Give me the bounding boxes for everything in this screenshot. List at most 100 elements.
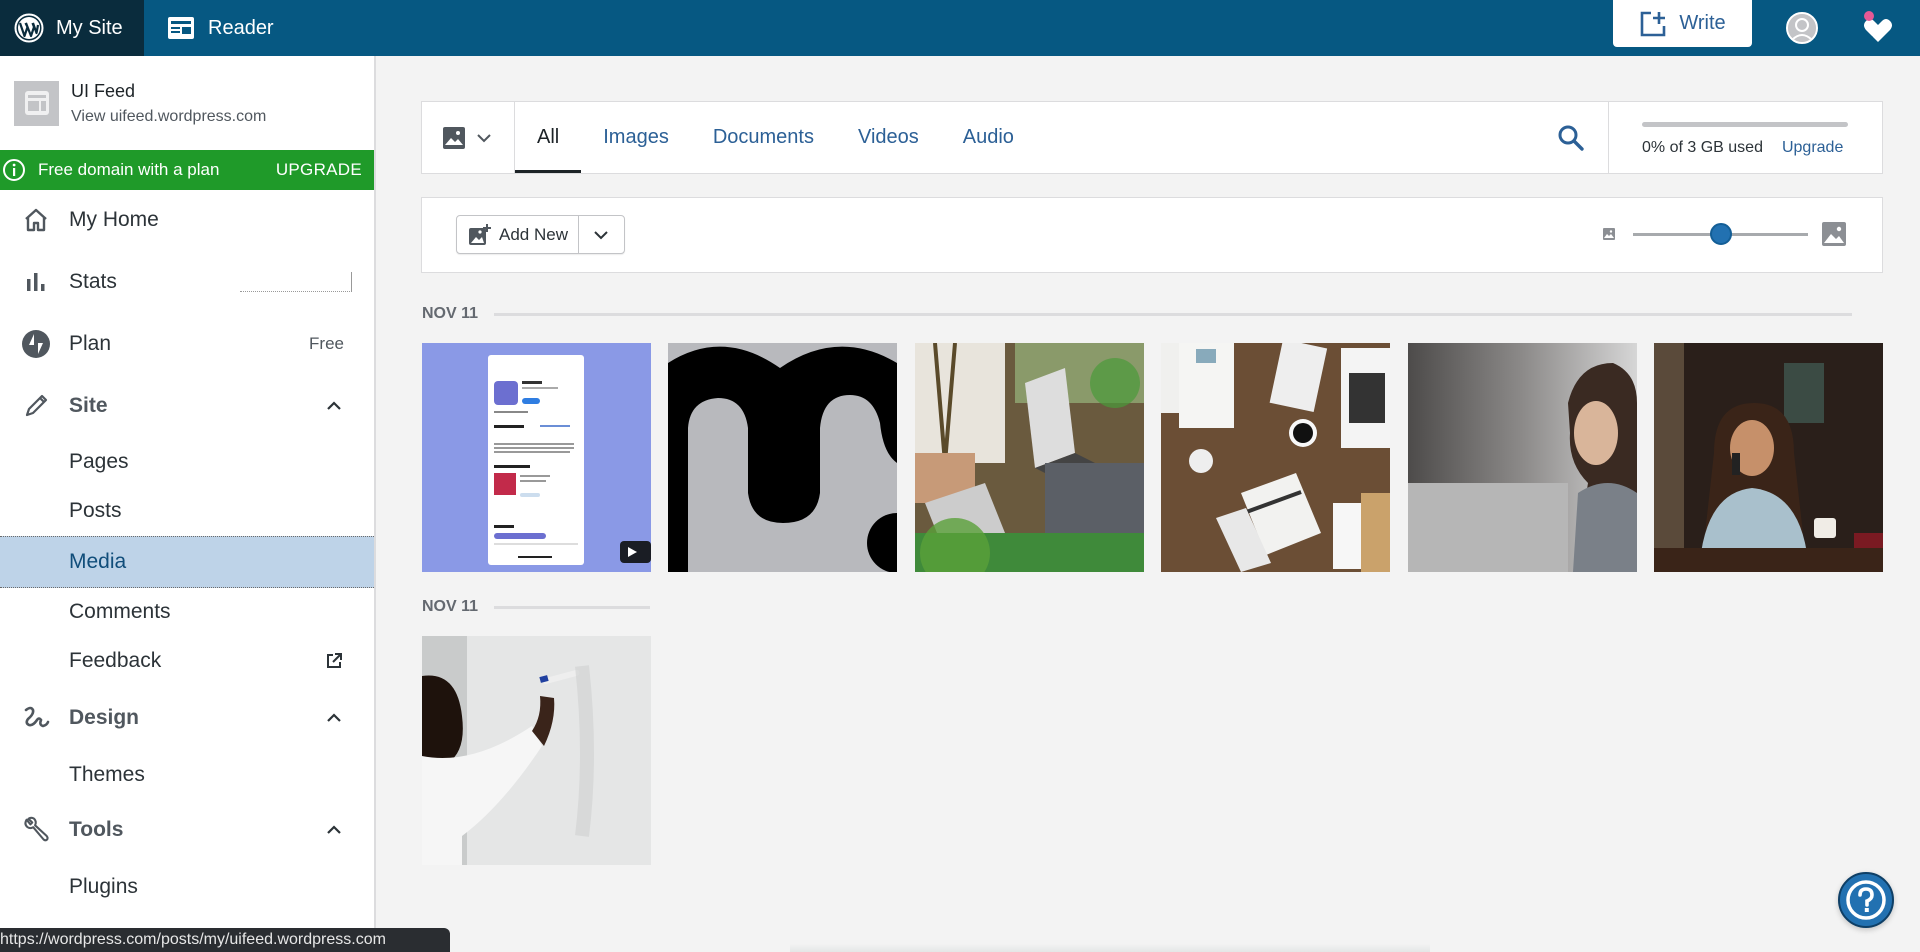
help-button[interactable] (1838, 872, 1894, 928)
promo-text: Free domain with a plan (38, 160, 220, 179)
sidebar-item-comments[interactable]: Comments (0, 588, 374, 636)
my-site-button[interactable]: My Site (0, 0, 144, 56)
sidebar-item-design[interactable]: Design (0, 688, 374, 748)
media-filter-bar: All Images Documents Videos Audio 0% of … (421, 101, 1883, 174)
chevron-down-icon (477, 133, 491, 142)
large-image-icon (1822, 222, 1846, 246)
site-card[interactable]: UI Feed View uifeed.wordpress.com (0, 56, 374, 150)
add-new-label: Add New (499, 224, 568, 244)
link-hover-status-bar: https://wordpress.com/posts/my/uifeed.wo… (0, 928, 450, 952)
tab-all[interactable]: All (515, 102, 582, 173)
media-date-group-header: NOV 11 (422, 305, 1853, 323)
media-item-video[interactable] (422, 343, 651, 572)
home-icon (21, 205, 51, 235)
storage-progress-bar (1642, 122, 1848, 127)
media-item-image[interactable] (1161, 343, 1390, 572)
masterbar: My Site Reader Write (0, 0, 1920, 56)
sidebar-item-label: Feedback (69, 649, 162, 672)
my-site-label: My Site (56, 16, 123, 39)
site-layout-icon (24, 91, 49, 115)
media-item-image[interactable] (668, 343, 897, 572)
tab-audio[interactable]: Audio (941, 102, 1036, 173)
media-date-group-header: NOV 11 (422, 598, 651, 616)
sidebar-item-label: Design (69, 706, 140, 729)
reader-label: Reader (208, 16, 274, 39)
write-button[interactable]: Write (1613, 0, 1752, 47)
sidebar-item-label: Stats (69, 270, 117, 293)
sidebar-item-plan[interactable]: Plan Free (0, 314, 374, 374)
group-divider (494, 312, 1853, 316)
site-title: UI Feed (71, 80, 136, 101)
free-domain-banner[interactable]: Free domain with a plan UPGRADE (0, 150, 374, 190)
group-date: NOV 11 (422, 598, 479, 615)
media-item-image[interactable] (1654, 343, 1883, 572)
tab-documents[interactable]: Documents (691, 102, 836, 173)
chevron-up-icon (327, 713, 341, 722)
sidebar-item-feedback[interactable]: Feedback (0, 637, 374, 685)
group-divider (494, 605, 651, 609)
sidebar-item-pages[interactable]: Pages (0, 438, 374, 486)
pencil-icon (21, 391, 51, 421)
storage-upgrade-link[interactable]: Upgrade (1782, 139, 1843, 157)
sidebar-item-posts[interactable]: Posts (0, 487, 374, 535)
user-icon (1788, 14, 1816, 42)
upgrade-link[interactable]: UPGRADE (276, 160, 362, 180)
site-url-link[interactable]: View uifeed.wordpress.com (71, 108, 266, 126)
reader-button[interactable]: Reader (144, 0, 274, 56)
chevron-down-icon (594, 230, 609, 239)
write-label: Write (1679, 12, 1726, 34)
thumbnail-laptops-outdoors (915, 343, 1144, 572)
sidebar-item-my-home[interactable]: My Home (0, 190, 374, 250)
chevron-up-icon (327, 825, 341, 834)
media-source-dropdown[interactable] (422, 102, 515, 173)
thumbnail-woman-office (1408, 343, 1637, 572)
stats-icon (21, 267, 51, 297)
thumbnail-app-screenshot (422, 343, 651, 572)
search-icon (1558, 125, 1584, 151)
search-button[interactable] (1534, 102, 1608, 173)
thumbnail-desk-flatlay (1161, 343, 1390, 572)
tab-images[interactable]: Images (581, 102, 691, 173)
sidebar-item-label: Pages (69, 450, 129, 473)
thumbnail-m-logo (668, 343, 897, 572)
slider-thumb[interactable] (1709, 222, 1732, 245)
plan-icon (21, 329, 51, 359)
sidebar-item-label: Media (69, 550, 127, 573)
sidebar-item-site[interactable]: Site (0, 376, 374, 436)
sidebar-item-tools[interactable]: Tools (0, 800, 374, 860)
add-image-icon (469, 223, 491, 245)
thumbnail-size-slider[interactable] (1633, 222, 1808, 245)
site-icon (14, 80, 59, 126)
sidebar-item-label: Site (69, 394, 108, 417)
tab-videos[interactable]: Videos (836, 102, 941, 173)
sidebar-item-plugins[interactable]: Plugins (0, 862, 374, 912)
notifications-button[interactable] (1858, 8, 1898, 48)
sidebar-item-label: Tools (69, 818, 124, 841)
small-image-icon (1603, 228, 1615, 240)
sidebar: UI Feed View uifeed.wordpress.com Free d… (0, 56, 376, 952)
sidebar-item-label: Comments (69, 600, 171, 623)
add-new-dropdown-toggle[interactable] (579, 216, 624, 253)
sidebar-item-media[interactable]: Media (0, 536, 374, 588)
info-icon (3, 159, 25, 181)
bell-heart-icon (1864, 11, 1892, 42)
sidebar-item-themes[interactable]: Themes (0, 750, 374, 800)
storage-usage: 0% of 3 GB used Upgrade (1608, 102, 1882, 173)
sidebar-item-label: Plan (69, 332, 112, 355)
bottom-shadow (790, 944, 1430, 952)
wordpress-logo-icon (14, 13, 44, 43)
add-new-split-button: Add New (456, 215, 625, 254)
storage-text: 0% of 3 GB used (1642, 139, 1763, 156)
reader-icon (168, 17, 194, 39)
add-new-button[interactable]: Add New (457, 216, 579, 253)
media-library: All Images Documents Videos Audio 0% of … (378, 56, 1920, 952)
sidebar-item-stats[interactable]: Stats (0, 252, 374, 312)
write-icon (1641, 11, 1666, 36)
avatar[interactable] (1786, 12, 1818, 44)
media-item-image[interactable] (422, 636, 651, 865)
media-item-image[interactable] (1408, 343, 1637, 572)
sidebar-item-label: Posts (69, 499, 122, 522)
external-link-icon (327, 653, 342, 668)
sidebar-item-label: My Home (69, 208, 159, 231)
media-item-image[interactable] (915, 343, 1144, 572)
